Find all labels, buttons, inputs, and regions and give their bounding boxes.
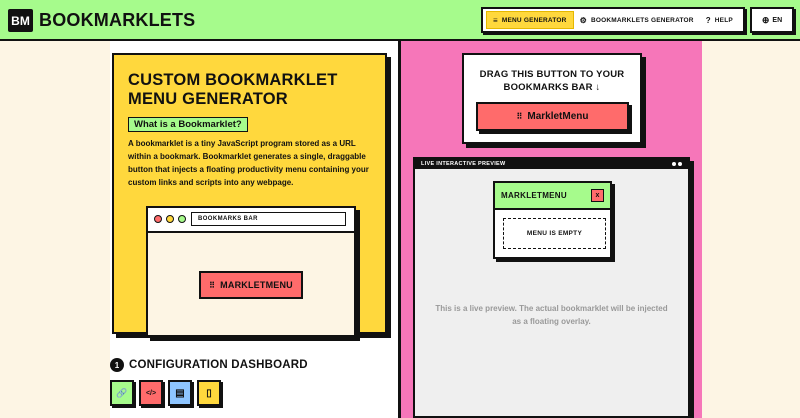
window-dot-yellow [166,215,174,223]
hero-card: CUSTOM BOOKMARKLET MENU GENERATOR What i… [112,53,387,337]
browser-illustration: BOOKMARKS BAR ⠿ MARKLETMENU [146,206,356,337]
logo-text[interactable]: BOOKMARKLETS [39,9,195,32]
nav-label: BOOKMARKLETS GENERATOR [590,16,694,24]
add-note-button[interactable]: ▯ [197,380,221,406]
what-is-bookmarklet-button[interactable]: What is a Bookmarklet? [128,117,248,132]
bookmarks-bar-field: BOOKMARKS BAR [191,212,346,226]
floating-menu-title: MARKLETMENU [501,191,567,200]
keyboard-icon: ▤ [175,387,185,399]
preview-title: LIVE INTERACTIVE PREVIEW [421,161,506,167]
drag-handle-icon: ⠿ [209,280,216,290]
help-icon: ? [705,15,711,25]
empty-state: MENU IS EMPTY [503,218,606,249]
section-title: CONFIGURATION DASHBOARD [129,359,308,371]
bookmarklet-button-label: MarkletMenu [527,111,589,122]
floating-menu-preview: MARKLETMENU x MENU IS EMPTY [493,181,612,259]
window-dot-green [178,215,186,223]
gear-icon: ⚙ [579,15,587,25]
preview-titlebar: LIVE INTERACTIVE PREVIEW [415,159,688,169]
demo-button-label: MARKLETMENU [220,280,293,290]
code-icon: </> [145,389,157,397]
add-link-button[interactable]: 🔗 [110,380,134,406]
top-header: BM BOOKMARKLETS ≡ MENU GENERATOR ⚙ BOOKM… [0,0,800,41]
nav-help[interactable]: ? HELP [700,11,739,29]
note-icon: ▯ [206,387,212,399]
nav-label: MENU GENERATOR [501,16,567,24]
close-icon[interactable]: x [591,189,604,202]
link-icon: 🔗 [116,387,128,398]
window-dot-red [154,215,162,223]
live-preview-panel: LIVE INTERACTIVE PREVIEW MARKLETMENU x M… [413,157,690,418]
floating-menu-header: MARKLETMENU x [495,183,610,210]
drag-instructions-box: DRAG THIS BUTTON TO YOUR BOOKMARKS BAR ↓… [462,53,642,144]
main-nav: ≡ MENU GENERATOR ⚙ BOOKMARKLETS GENERATO… [481,7,745,33]
drag-instructions: DRAG THIS BUTTON TO YOUR BOOKMARKS BAR ↓ [479,69,625,93]
add-script-button[interactable]: </> [139,380,163,406]
hero-description: A bookmarklet is a tiny JavaScript progr… [128,139,369,187]
add-text-button[interactable]: ▤ [168,380,192,406]
nav-label: HELP [714,16,733,24]
menu-icon: ≡ [493,15,498,25]
browser-toolbar: BOOKMARKS BAR [148,208,354,233]
language-button[interactable]: ⊕ EN [750,7,794,33]
step-number: 1 [110,358,124,372]
language-label: EN [772,16,783,24]
marklet-menu-bookmarklet-button[interactable]: ⠿ MarkletMenu [476,102,629,131]
drag-handle-icon: ⠿ [516,112,523,121]
marklet-menu-demo-button: ⠿ MARKLETMENU [199,271,303,299]
window-dots-icon [672,162,682,166]
globe-icon: ⊕ [761,14,770,25]
preview-note: This is a live preview. The actual bookm… [435,304,668,326]
page-title: CUSTOM BOOKMARKLET MENU GENERATOR [128,71,338,108]
logo-mark[interactable]: BM [8,9,33,32]
nav-menu-generator[interactable]: ≡ MENU GENERATOR [486,11,574,29]
nav-bookmarklets-generator[interactable]: ⚙ BOOKMARKLETS GENERATOR [574,11,700,29]
